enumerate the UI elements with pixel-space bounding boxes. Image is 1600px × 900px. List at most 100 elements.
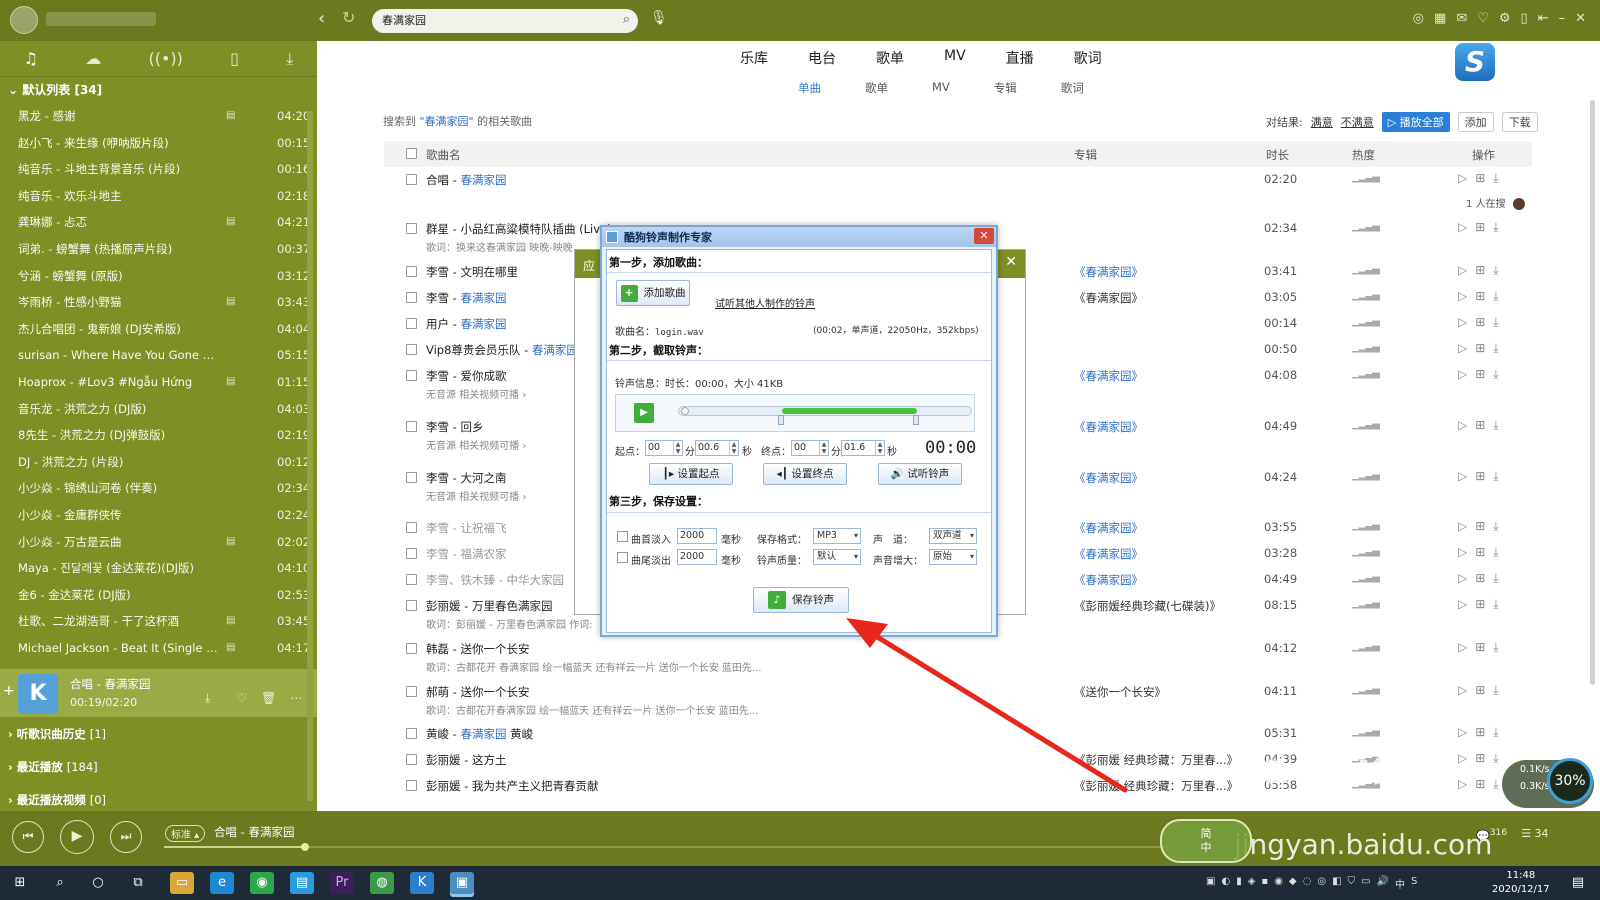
sidebar-song-item[interactable]: 金6 - 金达莱花 (DJ版) 02:53 — [0, 582, 317, 609]
sogou-icon[interactable]: S — [1411, 876, 1417, 891]
quality-select[interactable]: 默认 ▾ — [813, 549, 861, 565]
sidebar-song-item[interactable]: Maya - 진달래꽃 (金达莱花)(DJ版) 04:10 — [0, 555, 317, 582]
row-checkbox[interactable] — [406, 754, 417, 765]
device-icon[interactable]: ▯ — [230, 49, 239, 68]
row-checkbox[interactable] — [406, 780, 417, 791]
song-name[interactable]: 李雪 - 文明在哪里 — [426, 264, 518, 280]
row-actions-icons[interactable]: ▷⊞⤓ — [1458, 519, 1507, 534]
channel-select[interactable]: 双声道 ▾ — [929, 528, 977, 544]
song-name[interactable]: 李雪 - 回乡 — [426, 419, 483, 435]
satisfied-link[interactable]: 满意 — [1311, 114, 1333, 130]
subtab-0[interactable]: 单曲 — [798, 80, 821, 96]
main-scrollbar[interactable] — [1590, 100, 1595, 685]
sidebar-section[interactable]: › 最近播放 [184] — [0, 751, 307, 784]
sidebar-song-item[interactable]: 兮涵 - 螃蟹舞 (原版) 03:12 — [0, 263, 317, 290]
song-name[interactable]: 韩磊 - 送你一个长安 — [426, 641, 529, 657]
tab-2[interactable]: 歌单 — [876, 48, 904, 68]
mv-icon[interactable]: ▤ — [226, 369, 235, 396]
sidebar-song-item[interactable]: 纯音乐 - 欢乐斗地主 02:18 — [0, 183, 317, 210]
mv-icon[interactable]: ▤ — [226, 209, 235, 236]
row-actions-icons[interactable]: ▷⊞⤓ — [1458, 367, 1507, 382]
end-min-stepper[interactable]: 00 ▲ ▼ — [791, 440, 829, 456]
sidebar-song-item[interactable]: DJ - 洪荒之力 (片段) 00:12 — [0, 449, 317, 476]
search-icon[interactable]: ⌕ — [623, 12, 630, 27]
fade-in-ms-input[interactable]: 2000 — [677, 528, 717, 544]
tab-5[interactable]: 歌词 — [1074, 48, 1102, 68]
row-checkbox[interactable] — [406, 522, 417, 533]
sidebar-song-item[interactable]: 杰儿合唱团 - 鬼新娘 (DJ安希版) 04:04 — [0, 316, 317, 343]
sidebar-song-item[interactable]: 小少焱 - 锦绣山河卷 (伴奏) 02:34 — [0, 475, 317, 502]
default-playlist-header[interactable]: ⌄ 默认列表 [34] — [0, 77, 317, 103]
fade-in-checkbox[interactable] — [617, 531, 628, 542]
dialog-close-button[interactable]: ✕ — [974, 228, 994, 244]
song-name[interactable]: 李雪 - 爱你成歌 — [426, 368, 506, 384]
row-actions-icons[interactable]: ▷⊞⤓ — [1458, 545, 1507, 560]
song-name[interactable]: 李雪 - 春满家园 — [426, 290, 506, 306]
sidebar-song-item[interactable]: 小少焱 - 金庸群侠传 02:24 — [0, 502, 317, 529]
settings-icon[interactable]: ⚙ — [1499, 11, 1511, 26]
start-handle[interactable] — [777, 415, 784, 425]
music-note-icon[interactable]: ♫ — [24, 49, 38, 68]
tray-icon[interactable]: ◧ — [1332, 876, 1341, 891]
row-checkbox[interactable] — [406, 421, 417, 432]
edge-icon[interactable]: e — [210, 872, 234, 894]
album-link[interactable]: 《彭丽媛经典珍藏(七碟装)》 — [1074, 598, 1221, 614]
row-checkbox[interactable] — [406, 318, 417, 329]
cloud-icon[interactable]: ☁ — [85, 49, 101, 68]
notification-icon[interactable]: ▤ — [1566, 872, 1590, 894]
browser-icon[interactable]: ◍ — [370, 872, 394, 894]
song-name[interactable]: 用户 - 春满家园 — [426, 316, 506, 332]
subtab-3[interactable]: 专辑 — [994, 80, 1017, 96]
apps-icon[interactable]: ▦ — [1434, 11, 1446, 26]
song-name[interactable]: 李雪、铁木臻 - 中华大家园 — [426, 572, 564, 588]
search-input[interactable] — [382, 13, 602, 26]
mv-icon[interactable]: ▤ — [226, 608, 235, 635]
search-box[interactable]: ⌕ — [372, 9, 638, 33]
subtab-1[interactable]: 歌单 — [865, 80, 888, 96]
start-min-stepper[interactable]: 00 ▲ ▼ — [645, 440, 683, 456]
song-name[interactable]: 李雪 - 大河之南 — [426, 470, 506, 486]
close-icon[interactable]: ✕ — [1005, 254, 1017, 270]
row-actions-icons[interactable]: ▷⊞⤓ — [1458, 640, 1507, 655]
tray-icon[interactable]: ◌ — [1303, 876, 1312, 891]
cortana-icon[interactable]: ○ — [86, 872, 110, 894]
row-checkbox[interactable] — [406, 266, 417, 277]
sidebar-song-item[interactable]: 岑雨桥 - 性感小野猫 ▤ 03:43 — [0, 289, 317, 316]
add-icon[interactable]: + — [3, 683, 15, 699]
windows-start-icon[interactable]: ⊞ — [8, 872, 32, 894]
row-checkbox[interactable] — [406, 548, 417, 559]
network-icon[interactable]: ▭ — [1361, 876, 1370, 891]
tray-icon[interactable]: ◉ — [1274, 876, 1283, 891]
minimize-icon[interactable]: – — [1559, 11, 1566, 26]
progress-bar[interactable] — [164, 843, 1168, 851]
task-view-icon[interactable]: ⧉ — [126, 872, 150, 894]
song-name[interactable]: 彭丽媛 - 万里春色满家园 — [426, 598, 552, 614]
search-icon[interactable]: ⌕ — [48, 872, 72, 894]
sidebar-song-item[interactable]: 音乐龙 - 洪荒之力 (DJ版) 04:03 — [0, 396, 317, 423]
desktop-lyric-widget[interactable]: 简中 — [1160, 819, 1252, 863]
row-actions-icons[interactable]: ▷⊞⤓ — [1458, 289, 1507, 304]
album-link[interactable]: 《春满家园》 — [1074, 368, 1143, 384]
premiere-icon[interactable]: Pr — [330, 872, 354, 894]
tray-icon[interactable]: ◈ — [1248, 876, 1256, 891]
sidebar-section[interactable]: › 听歌识曲历史 [1] — [0, 718, 307, 751]
song-name[interactable]: 群星 - 小品红高粱模特队插曲 (Live) — [426, 221, 612, 237]
song-name[interactable]: 彭丽媛 - 这方土 — [426, 752, 506, 768]
end-sec-stepper[interactable]: 01.6 ▲ ▼ — [841, 440, 885, 456]
song-name[interactable]: 彭丽媛 - 我为共产主义把青春贡献 — [426, 778, 598, 794]
row-actions-icons[interactable]: ▷⊞⤓ — [1458, 725, 1507, 740]
album-link[interactable]: 《彭丽媛 经典珍藏：万里春...》 — [1074, 752, 1238, 768]
sidebar-song-item[interactable]: surisan - Where Have You Gone (DJ版) 05:15 — [0, 342, 317, 369]
radio-icon[interactable]: ((•)) — [149, 49, 183, 68]
sidebar-song-item[interactable]: 黑龙 - 感谢 ▤ 04:20 — [0, 103, 317, 130]
row-checkbox[interactable] — [406, 292, 417, 303]
lyric-mode-icon[interactable]: ⇤ — [1538, 11, 1549, 26]
row-actions-icons[interactable]: ▷⊞⤓ — [1458, 341, 1507, 356]
row-actions-icons[interactable]: ▷⊞⤓ — [1458, 777, 1507, 792]
sidebar-song-item[interactable]: 8先生 - 洪荒之力 (DJ弹鼓版) 02:19 — [0, 422, 317, 449]
play-icon[interactable]: ▶ — [634, 403, 654, 423]
album-link[interactable]: 《春满家园》 — [1074, 264, 1143, 280]
select-all-checkbox[interactable] — [406, 148, 417, 159]
song-name[interactable]: 黄峻 - 春满家园 黄峻 — [426, 726, 533, 742]
row-checkbox[interactable] — [406, 728, 417, 739]
